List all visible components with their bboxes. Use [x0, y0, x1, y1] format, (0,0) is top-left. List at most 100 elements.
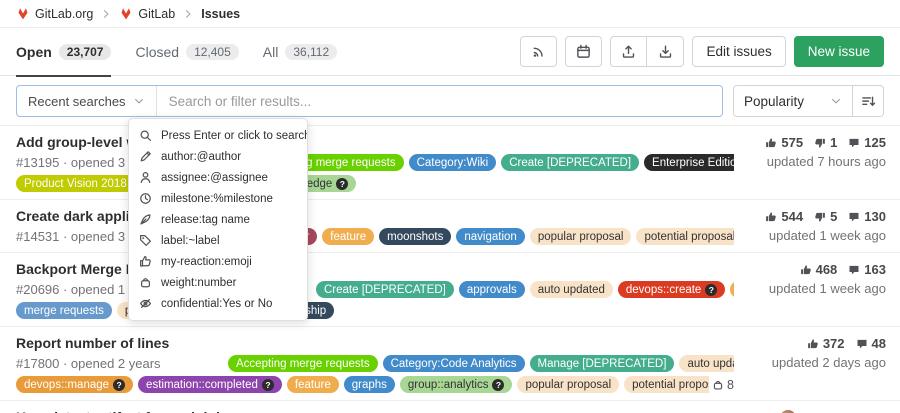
comment-icon — [849, 265, 859, 274]
sort-descending-icon — [861, 96, 875, 106]
comment-icon — [857, 339, 867, 348]
issue-label[interactable]: potential proposal — [624, 376, 710, 393]
filter-option-confidential[interactable]: confidential:Yes or No — [129, 293, 307, 314]
upvotes: 575 — [765, 135, 803, 150]
issue-label[interactable]: potential proposal — [636, 228, 734, 245]
issue-label[interactable]: Manage [DEPRECATED] — [529, 355, 675, 372]
sort-direction-button[interactable] — [853, 85, 884, 117]
issue-label[interactable]: Create [DEPRECATED] — [316, 281, 454, 298]
breadcrumb: GitLab.org GitLab Issues — [0, 0, 900, 28]
chevron-down-icon — [832, 98, 840, 104]
scoped-label-help-icon[interactable]: ? — [705, 283, 718, 296]
downvotes: 5 — [814, 209, 837, 224]
import-export-group — [610, 36, 685, 67]
search-icon — [140, 130, 151, 141]
issue-label[interactable]: devops::create? — [617, 281, 726, 298]
comment-icon — [849, 212, 859, 221]
breadcrumb-item-group[interactable]: GitLab.org — [16, 7, 93, 21]
pencil-icon — [140, 151, 151, 162]
issue-label[interactable]: feature — [286, 376, 339, 393]
scoped-label-help-icon[interactable]: ? — [492, 378, 505, 391]
search-input[interactable] — [156, 93, 722, 109]
search-box: Recent searches — [16, 85, 723, 117]
rss-icon — [534, 47, 544, 57]
filter-option-author[interactable]: author:@author — [129, 146, 307, 167]
updated-timestamp: updated 2 days ago — [771, 355, 886, 370]
issue-stats: 575 1 125 — [734, 135, 886, 150]
tab-closed[interactable]: Closed 12,405 — [135, 28, 239, 76]
breadcrumb-separator-icon — [104, 9, 109, 18]
weight-icon — [140, 278, 151, 288]
eye-slash-icon — [140, 298, 151, 309]
issue-label[interactable]: Product Vision 2018 — [16, 175, 135, 192]
comments-count: 130 — [848, 209, 886, 224]
issue-label[interactable]: moonshots — [379, 228, 452, 245]
issue-label[interactable]: auto updated — [679, 355, 734, 372]
issue-label[interactable]: auto updated — [529, 281, 613, 298]
new-issue-button[interactable]: New issue — [793, 36, 884, 67]
clock-icon — [140, 193, 151, 204]
issue-label[interactable]: popular proposal — [517, 376, 620, 393]
thumb-up-icon — [807, 338, 818, 348]
export-issues-button[interactable] — [610, 36, 648, 67]
filter-option-my-reaction[interactable]: my-reaction:emoji — [129, 251, 307, 272]
filter-option-assignee[interactable]: assignee:@assignee — [129, 167, 307, 188]
issue-title[interactable]: Create dark application — [16, 208, 734, 224]
filter-option-label[interactable]: label:~label — [129, 230, 307, 251]
edit-issues-button[interactable]: Edit issues — [692, 36, 786, 67]
upload-icon — [623, 45, 635, 58]
filter-option-weight[interactable]: weight:number — [129, 272, 307, 293]
issue-title[interactable]: Report number of lines — [16, 335, 734, 351]
closed-count-badge: 12,405 — [186, 43, 239, 60]
scoped-label-help-icon[interactable]: ? — [261, 378, 274, 391]
filter-option-search[interactable]: Press Enter or click to search — [129, 125, 307, 146]
label-tag-icon — [140, 235, 151, 246]
issue-label[interactable]: approvals — [458, 281, 525, 298]
filter-option-release[interactable]: release:tag name — [129, 209, 307, 230]
tab-all[interactable]: All 36,112 — [263, 28, 338, 76]
issue-label[interactable]: group::analytics? — [399, 376, 513, 393]
issue-label[interactable]: Create [DEPRECATED] — [501, 154, 640, 171]
issue-title[interactable]: Backport Merge Reque — [16, 261, 734, 277]
tab-open[interactable]: Open 23,707 — [16, 28, 112, 77]
calendar-button[interactable] — [565, 36, 603, 67]
all-count-badge: 36,112 — [285, 43, 338, 60]
gitlab-logo-icon — [121, 7, 131, 19]
upvotes: 372 — [807, 336, 845, 351]
issue-label[interactable]: navigation — [456, 228, 525, 245]
issues-page: GitLab.org GitLab Issues Open 23,707 Clo… — [0, 0, 900, 413]
updated-timestamp: updated 7 hours ago — [766, 154, 886, 169]
issue-title[interactable]: Add group-level wiki — [16, 134, 734, 150]
issue-label[interactable]: devops::manage? — [16, 376, 134, 393]
user-icon — [140, 172, 151, 183]
issue-stats: 468 163 — [734, 262, 886, 277]
weight-icon — [713, 380, 723, 389]
sort-by-dropdown[interactable]: Popularity — [733, 85, 853, 117]
issue-label[interactable]: Category:Wiki — [408, 154, 497, 171]
gitlab-logo-icon — [18, 7, 28, 19]
calendar-icon — [577, 44, 591, 58]
issue-label[interactable]: Category:Code Analytics — [382, 355, 525, 372]
rss-feed-button[interactable] — [520, 36, 558, 67]
recent-searches-dropdown[interactable]: Recent searches — [17, 86, 157, 116]
thumb-down-icon — [815, 212, 825, 222]
issue-label[interactable]: merge requests — [16, 302, 112, 319]
issue-label[interactable]: estimation::completed? — [138, 376, 282, 393]
issue-label[interactable]: graphs — [343, 376, 395, 393]
thumb-up-icon — [140, 256, 151, 267]
upvotes: 544 — [765, 209, 803, 224]
scoped-label-help-icon[interactable]: ? — [113, 378, 126, 391]
scoped-label-help-icon[interactable]: ? — [336, 177, 349, 190]
downvotes: 1 — [814, 135, 837, 150]
issue-label[interactable]: Enterprise Edition — [644, 154, 734, 171]
import-issues-button[interactable] — [647, 36, 685, 67]
issue-label[interactable]: feature — [322, 228, 375, 245]
filter-option-milestone[interactable]: milestone:%milestone — [129, 188, 307, 209]
issue-title[interactable]: Keep latest artifact for each job — [16, 409, 734, 413]
breadcrumb-item-project[interactable]: GitLab — [119, 7, 175, 21]
issue-label[interactable]: popular proposal — [529, 228, 632, 245]
issue-label[interactable]: Accepting merge requests — [228, 355, 378, 372]
breadcrumb-item-issues[interactable]: Issues — [201, 7, 240, 21]
thumb-down-icon — [815, 138, 825, 148]
updated-timestamp: updated 1 week ago — [768, 281, 886, 296]
